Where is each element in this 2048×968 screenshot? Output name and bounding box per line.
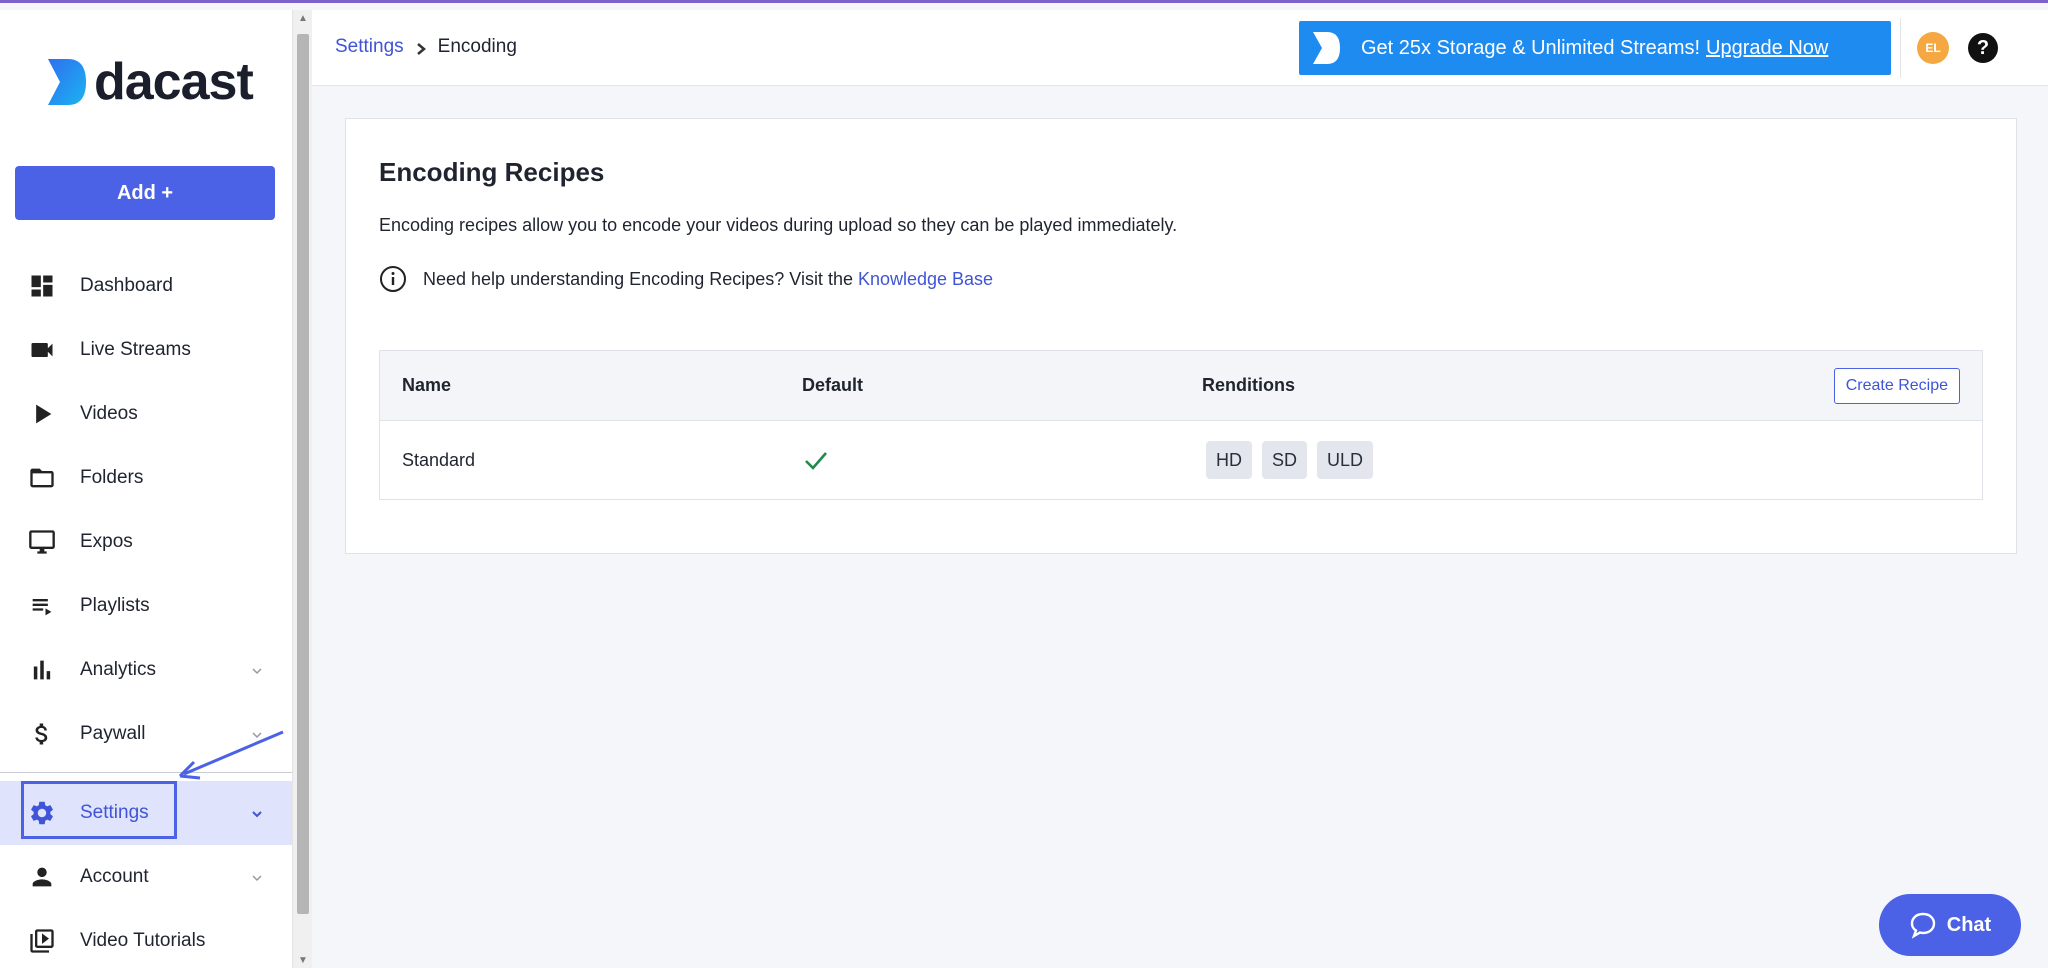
sidebar-item-playlists[interactable]: Playlists: [0, 574, 292, 638]
sidebar-item-label: Videos: [80, 403, 138, 424]
upgrade-promo-banner[interactable]: Get 25x Storage & Unlimited Streams! Upg…: [1299, 21, 1891, 75]
chevron-right-icon: [414, 40, 428, 55]
default-cell: [802, 421, 830, 499]
sidebar-item-label: Paywall: [80, 723, 146, 744]
sidebar-item-live-streams[interactable]: Live Streams: [0, 318, 292, 382]
sidebar-item-folders[interactable]: Folders: [0, 446, 292, 510]
playlist-icon: [28, 592, 56, 620]
logo-text: dacast: [94, 53, 254, 111]
renditions-cell: HD SD ULD: [1206, 421, 1383, 499]
monitor-icon: [28, 528, 56, 556]
breadcrumb: Settings Encoding: [335, 36, 517, 58]
dashboard-icon: [28, 272, 56, 300]
rendition-chip: SD: [1262, 441, 1308, 479]
sidebar-item-expos[interactable]: Expos: [0, 510, 292, 574]
video-library-icon: [28, 927, 56, 955]
chevron-down-icon[interactable]: [250, 869, 264, 883]
sidebar-item-analytics[interactable]: Analytics: [0, 638, 292, 702]
promo-text: Get 25x Storage & Unlimited Streams!: [1361, 36, 1701, 59]
video-camera-icon: [28, 336, 56, 364]
recipes-table: Name Default Renditions Create Recipe St…: [379, 350, 1983, 500]
help-line: Need help understanding Encoding Recipes…: [379, 265, 993, 293]
sidebar-item-account[interactable]: Account: [0, 845, 292, 909]
dacast-logo[interactable]: dacast: [44, 53, 254, 111]
encoding-recipes-card: Encoding Recipes Encoding recipes allow …: [345, 118, 2017, 554]
page-title: Encoding Recipes: [379, 157, 605, 187]
help-text: Need help understanding Encoding Recipes…: [423, 268, 853, 289]
avatar[interactable]: EL: [1917, 32, 1949, 64]
add-button[interactable]: Add +: [15, 166, 275, 220]
sidebar-item-label: Expos: [80, 531, 133, 552]
recipe-name: Standard: [402, 449, 476, 470]
help-icon[interactable]: ?: [1968, 33, 1998, 63]
page-description: Encoding recipes allow you to encode you…: [379, 215, 1178, 235]
column-header-renditions: Renditions: [1202, 375, 1295, 395]
knowledge-base-link[interactable]: Knowledge Base: [858, 269, 993, 290]
upgrade-now-link[interactable]: Upgrade Now: [1706, 37, 1828, 60]
chat-bubble-icon: [1910, 912, 1935, 939]
sidebar-scrollbar[interactable]: ▲ ▼: [292, 10, 312, 968]
breadcrumb-current: Encoding: [437, 36, 517, 57]
info-icon: [380, 266, 406, 292]
sidebar-item-label: Dashboard: [80, 275, 173, 296]
person-icon: [28, 863, 56, 891]
sidebar-item-label: Account: [80, 866, 149, 887]
sidebar-item-videos[interactable]: Videos: [0, 382, 292, 446]
table-row[interactable]: Standard HD SD ULD: [380, 421, 1982, 499]
sidebar-item-label: Live Streams: [80, 339, 191, 360]
bar-chart-icon: [28, 656, 56, 684]
chevron-down-icon[interactable]: [250, 662, 264, 676]
scroll-down-arrow-icon[interactable]: ▼: [298, 956, 308, 966]
rendition-chip: HD: [1206, 441, 1252, 479]
breadcrumb-settings-link[interactable]: Settings: [335, 36, 404, 58]
sidebar-item-label: Video Tutorials: [80, 930, 206, 951]
sidebar-nav: Dashboard Live Streams Videos Folders Ex…: [0, 254, 292, 968]
play-icon: [28, 400, 56, 428]
sidebar-item-label: Analytics: [80, 659, 157, 680]
chat-button[interactable]: Chat: [1879, 894, 2021, 956]
annotation-arrow-icon: [178, 730, 284, 780]
sidebar-item-label: Playlists: [80, 595, 150, 616]
dacast-logo-mark-icon: [48, 59, 86, 105]
sidebar-item-dashboard[interactable]: Dashboard: [0, 254, 292, 318]
chevron-down-icon[interactable]: [250, 805, 264, 819]
header-divider: [1900, 18, 1901, 78]
dollar-icon: [28, 720, 56, 748]
scroll-thumb[interactable]: [297, 34, 309, 914]
settings-highlight-box: [21, 781, 177, 839]
column-header-name: Name: [402, 375, 452, 395]
rendition-chip: ULD: [1317, 441, 1374, 479]
dacast-promo-icon: [1313, 32, 1340, 64]
folder-icon: [28, 464, 56, 492]
top-header: Settings Encoding Get 25x Storage & Unli…: [312, 10, 2048, 86]
column-header-default: Default: [802, 375, 864, 395]
table-header: Name Default Renditions Create Recipe: [380, 351, 1982, 421]
scroll-up-arrow-icon[interactable]: ▲: [298, 14, 308, 24]
create-recipe-button[interactable]: Create Recipe: [1833, 368, 1960, 404]
checkmark-icon: [805, 452, 827, 470]
sidebar-item-label: Folders: [80, 467, 144, 488]
top-accent-border: [0, 0, 2048, 3]
sidebar-item-video-tutorials[interactable]: Video Tutorials: [0, 909, 292, 968]
chat-label: Chat: [1946, 913, 1992, 936]
